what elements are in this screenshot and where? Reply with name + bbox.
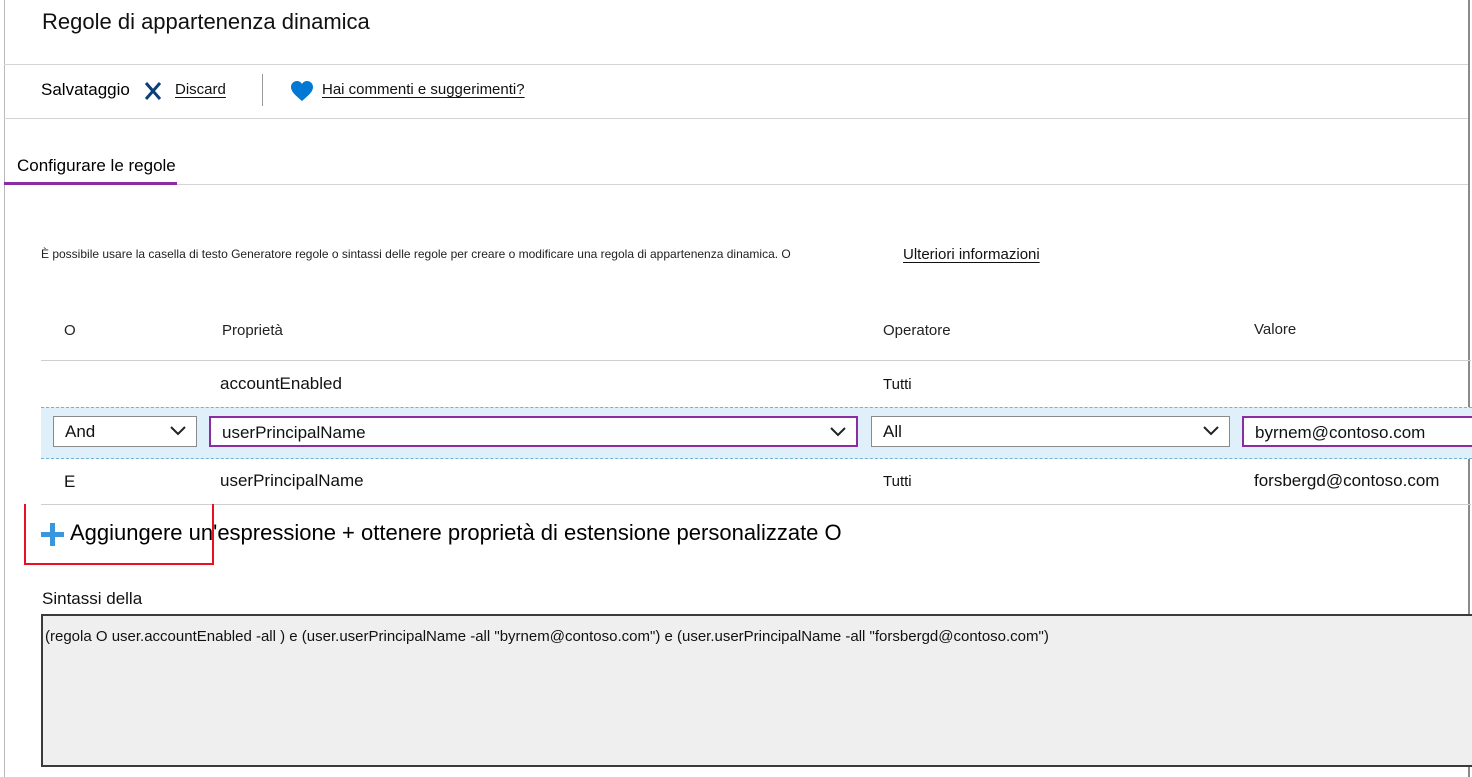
save-button[interactable]: Salvataggio: [41, 80, 130, 100]
rule-syntax-text: (regola O user.accountEnabled -all ) e (…: [45, 628, 1049, 645]
column-header-value: Valore: [1254, 321, 1297, 338]
toolbar-separator: [262, 74, 263, 106]
blade-frame: Regole di appartenenza dinamica Salvatag…: [0, 0, 1472, 777]
tab-active-indicator: [4, 182, 177, 185]
row3-value: forsbergd@contoso.com: [1254, 471, 1440, 490]
left-border: [4, 0, 5, 777]
column-header-operator: Operatore: [883, 322, 951, 339]
add-expression-link[interactable]: Aggiungere un'espressione + ottenere pro…: [70, 520, 842, 546]
discard-x-icon[interactable]: [142, 80, 164, 102]
row1-property: accountEnabled: [220, 374, 342, 393]
property-dropdown[interactable]: userPrincipalName: [209, 416, 858, 447]
heart-icon[interactable]: [290, 80, 314, 102]
row3-operator: Tutti: [883, 473, 912, 490]
rule-description: È possibile usare la casella di testo Ge…: [41, 247, 791, 261]
and-or-dropdown[interactable]: And: [53, 416, 197, 447]
more-info-link[interactable]: Ulteriori informazioni: [903, 246, 1040, 263]
tab-configure-rules[interactable]: Configurare le regole: [17, 156, 176, 176]
page-title: Regole di appartenenza dinamica: [42, 9, 370, 34]
tab-divider: [4, 184, 1468, 185]
row3-property: userPrincipalName: [220, 471, 364, 490]
plus-icon[interactable]: [40, 522, 65, 547]
value-input[interactable]: byrnem@contoso.com: [1242, 416, 1472, 447]
column-header-or: O: [64, 322, 76, 339]
row1-operator: Tutti: [883, 376, 912, 393]
toolbar-divider: [4, 118, 1468, 119]
table-bottom-divider: [41, 504, 1471, 505]
table-header-divider: [41, 360, 1471, 361]
chevron-down-icon: [1203, 426, 1219, 436]
row3-and-or: E: [64, 472, 76, 491]
title-divider: [4, 64, 1468, 65]
chevron-down-icon: [830, 427, 846, 437]
chevron-down-icon: [170, 426, 186, 436]
syntax-label: Sintassi della: [42, 589, 143, 608]
column-header-property: Proprietà: [222, 322, 283, 339]
feedback-link[interactable]: Hai commenti e suggerimenti?: [322, 81, 525, 98]
discard-button[interactable]: Discard: [175, 81, 226, 98]
rule-syntax-textbox[interactable]: (regola O user.accountEnabled -all ) e (…: [41, 614, 1472, 767]
operator-dropdown[interactable]: All: [871, 416, 1230, 447]
